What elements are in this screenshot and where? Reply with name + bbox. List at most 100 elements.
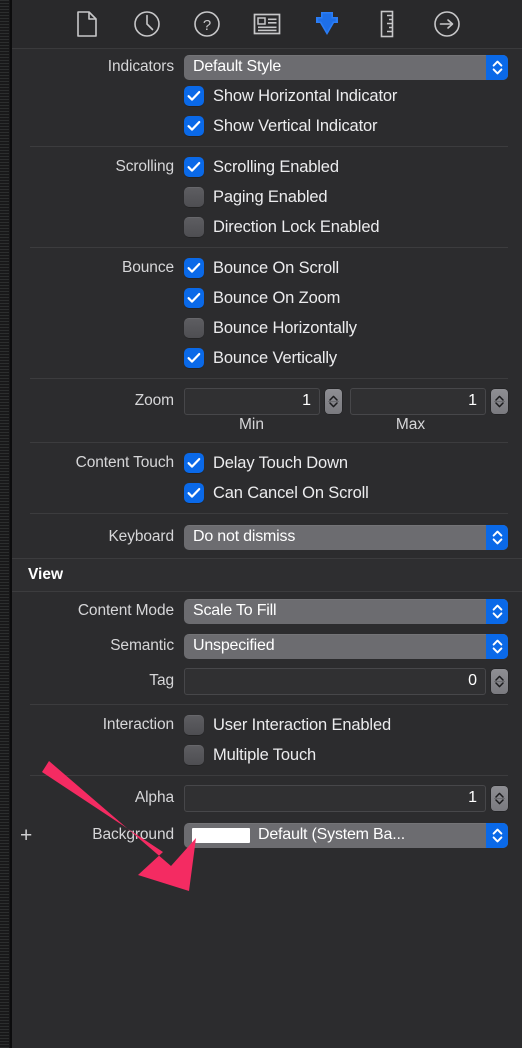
bounce-on-scroll-checkbox[interactable]: Bounce On Scroll bbox=[184, 253, 339, 283]
add-background-button[interactable]: + bbox=[20, 825, 32, 846]
indicators-style-value: Default Style bbox=[193, 58, 282, 75]
indicators-section: Indicators Default Style Show Horizontal… bbox=[12, 49, 522, 141]
section-divider bbox=[30, 775, 508, 776]
checkbox-checked-icon[interactable] bbox=[184, 157, 204, 177]
bounce-on-zoom-row: Bounce On Zoom bbox=[12, 283, 522, 313]
chevron-updown-icon[interactable] bbox=[486, 822, 508, 848]
bounce-on-zoom-checkbox[interactable]: Bounce On Zoom bbox=[184, 283, 340, 313]
toolbar-connections-inspector-button[interactable] bbox=[417, 1, 477, 47]
checkbox-unchecked-icon[interactable] bbox=[184, 745, 204, 765]
chevron-updown-icon[interactable] bbox=[486, 54, 508, 80]
checkbox-unchecked-icon[interactable] bbox=[184, 187, 204, 207]
zoom-section: Zoom 1 1 Min Max bbox=[12, 384, 522, 434]
checkbox-label: Bounce Horizontally bbox=[213, 318, 357, 337]
toolbar-attributes-inspector-button[interactable] bbox=[297, 1, 357, 47]
tag-stepper[interactable] bbox=[491, 668, 508, 694]
bounce-label: Bounce bbox=[122, 259, 174, 276]
alpha-stepper[interactable] bbox=[491, 785, 508, 811]
direction-lock-enabled-row: Direction Lock Enabled bbox=[12, 212, 522, 242]
section-divider bbox=[30, 513, 508, 514]
keyboard-label: Keyboard bbox=[108, 528, 174, 545]
show-vertical-indicator-row: Show Vertical Indicator bbox=[12, 111, 522, 141]
checkbox-label: Paging Enabled bbox=[213, 187, 328, 206]
show-horizontal-indicator-checkbox[interactable]: Show Horizontal Indicator bbox=[184, 81, 397, 111]
scrolling-enabled-checkbox[interactable]: Scrolling Enabled bbox=[184, 152, 339, 182]
checkbox-checked-icon[interactable] bbox=[184, 116, 204, 136]
alpha-field[interactable]: 1 bbox=[184, 784, 486, 812]
delay-touch-down-checkbox[interactable]: Delay Touch Down bbox=[184, 448, 348, 478]
semantic-label: Semantic bbox=[110, 637, 174, 654]
background-color-swatch[interactable] bbox=[192, 827, 250, 843]
checkbox-label: Show Horizontal Indicator bbox=[213, 86, 398, 105]
attributes-arrow-icon bbox=[311, 9, 343, 39]
inspector-panel: ? Indicators Default Style Show Horizont… bbox=[12, 0, 522, 1048]
zoom-max-caption: Max bbox=[395, 416, 426, 433]
multiple-touch-checkbox[interactable]: Multiple Touch bbox=[184, 740, 316, 770]
toolbar-file-inspector-button[interactable] bbox=[57, 1, 117, 47]
toolbar-history-inspector-button[interactable] bbox=[117, 1, 177, 47]
alpha-label: Alpha bbox=[134, 789, 174, 806]
direction-lock-enabled-checkbox[interactable]: Direction Lock Enabled bbox=[184, 212, 380, 242]
content-touch-label: Content Touch bbox=[75, 454, 174, 471]
identity-card-icon bbox=[253, 12, 281, 36]
tag-field[interactable]: 0 bbox=[184, 667, 486, 695]
zoom-label: Zoom bbox=[134, 392, 174, 409]
keyboard-dismiss-mode-popup[interactable]: Do not dismiss bbox=[184, 524, 508, 550]
user-interaction-enabled-checkbox[interactable]: User Interaction Enabled bbox=[184, 710, 391, 740]
zoom-min-field[interactable]: 1 bbox=[184, 387, 320, 415]
can-cancel-on-scroll-row: Can Cancel On Scroll bbox=[12, 478, 522, 508]
semantic-popup[interactable]: Unspecified bbox=[184, 633, 508, 659]
question-help-icon: ? bbox=[193, 10, 221, 38]
zoom-max-field[interactable]: 1 bbox=[350, 387, 486, 415]
content-mode-label: Content Mode bbox=[77, 602, 174, 619]
checkbox-label: Bounce Vertically bbox=[213, 348, 338, 367]
svg-text:?: ? bbox=[203, 17, 211, 34]
zoom-min-stepper[interactable] bbox=[325, 388, 342, 414]
checkbox-unchecked-icon[interactable] bbox=[184, 318, 204, 338]
checkbox-label: Direction Lock Enabled bbox=[213, 217, 380, 236]
view-group-header: View bbox=[12, 558, 522, 592]
show-vertical-indicator-checkbox[interactable]: Show Vertical Indicator bbox=[184, 111, 378, 141]
semantic-row: Semantic Unspecified bbox=[12, 632, 522, 660]
interaction-label: Interaction bbox=[102, 716, 174, 733]
checkbox-checked-icon[interactable] bbox=[184, 288, 204, 308]
zoom-row: Zoom 1 1 bbox=[12, 387, 522, 415]
tag-row: Tag 0 bbox=[12, 667, 522, 695]
checkbox-label: Scrolling Enabled bbox=[213, 157, 339, 176]
section-divider bbox=[30, 247, 508, 248]
toolbar-quick-help-inspector-button[interactable]: ? bbox=[177, 1, 237, 47]
checkbox-unchecked-icon[interactable] bbox=[184, 715, 204, 735]
paging-enabled-checkbox[interactable]: Paging Enabled bbox=[184, 182, 328, 212]
toolbar-size-inspector-button[interactable] bbox=[357, 1, 417, 47]
bounce-horizontally-row: Bounce Horizontally bbox=[12, 313, 522, 343]
zoom-max-stepper[interactable] bbox=[491, 388, 508, 414]
chevron-updown-icon[interactable] bbox=[486, 524, 508, 550]
checkbox-checked-icon[interactable] bbox=[184, 483, 204, 503]
chevron-updown-icon[interactable] bbox=[486, 598, 508, 624]
multiple-touch-row: Multiple Touch bbox=[12, 740, 522, 770]
chevron-updown-icon[interactable] bbox=[486, 633, 508, 659]
checkbox-checked-icon[interactable] bbox=[184, 348, 204, 368]
content-touch-section: Content Touch Delay Touch Down Can Cance… bbox=[12, 448, 522, 508]
checkbox-label: User Interaction Enabled bbox=[213, 715, 392, 734]
checkbox-checked-icon[interactable] bbox=[184, 453, 204, 473]
checkbox-unchecked-icon[interactable] bbox=[184, 217, 204, 237]
background-popup[interactable]: Default (System Ba... bbox=[184, 822, 508, 848]
window-edge-rail bbox=[0, 0, 12, 1048]
delay-touch-down-row: Content Touch Delay Touch Down bbox=[12, 448, 522, 478]
scrolling-enabled-row: Scrolling Scrolling Enabled bbox=[12, 152, 522, 182]
content-mode-popup[interactable]: Scale To Fill bbox=[184, 598, 508, 624]
bounce-vertically-checkbox[interactable]: Bounce Vertically bbox=[184, 343, 337, 373]
bounce-horizontally-checkbox[interactable]: Bounce Horizontally bbox=[184, 313, 357, 343]
user-interaction-enabled-row: Interaction User Interaction Enabled bbox=[12, 710, 522, 740]
view-section: Content Mode Scale To Fill Semantic Unsp… bbox=[12, 592, 522, 695]
edge-hairline bbox=[10, 0, 12, 1048]
keyboard-dismiss-mode-value: Do not dismiss bbox=[193, 528, 296, 545]
toolbar-identity-inspector-button[interactable] bbox=[237, 1, 297, 47]
edge-texture bbox=[0, 0, 9, 1048]
checkbox-checked-icon[interactable] bbox=[184, 258, 204, 278]
checkbox-checked-icon[interactable] bbox=[184, 86, 204, 106]
can-cancel-on-scroll-checkbox[interactable]: Can Cancel On Scroll bbox=[184, 478, 369, 508]
indicators-style-popup[interactable]: Default Style bbox=[184, 54, 508, 80]
section-divider bbox=[30, 442, 508, 443]
